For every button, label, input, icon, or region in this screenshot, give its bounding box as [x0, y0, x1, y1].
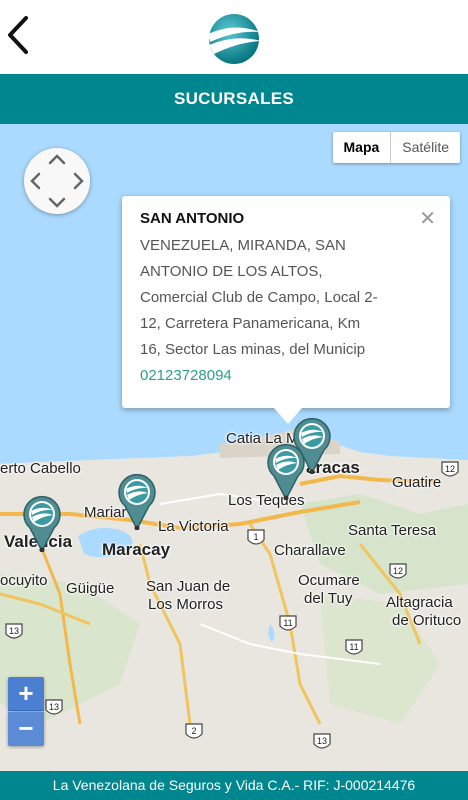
company-logo	[208, 14, 261, 64]
branch-info-window: ✕ SAN ANTONIO VENEZUELA, MIRANDA, SAN AN…	[122, 196, 450, 424]
map-label-la-victoria: La Victoria	[158, 518, 229, 535]
address-line: ANTONIO DE LOS ALTOS,	[140, 263, 323, 280]
map-label-ocumare: Ocumare	[298, 572, 360, 589]
address-line: VENEZUELA, MIRANDA, SAN	[140, 237, 346, 254]
map-label-tocuyito: ocuyito	[0, 572, 48, 589]
address-line: 16, Sector Las minas, del Municip	[140, 341, 366, 358]
page-title: SUCURSALES	[0, 74, 468, 124]
road-shield: 2	[184, 722, 204, 747]
close-icon[interactable]: ✕	[419, 206, 436, 231]
address-line: Comercial Club de Campo, Local 2-	[140, 289, 378, 306]
address-line: 12, Carretera Panamericana, Km	[140, 315, 361, 332]
road-shield: 11	[344, 638, 364, 663]
road-shield: 1	[246, 528, 266, 553]
road-shield: 12	[440, 460, 460, 485]
app-header	[0, 0, 468, 74]
map-label-maracay: Maracay	[102, 540, 171, 559]
map-label-puerto-cabello: erto Cabello	[0, 460, 81, 477]
map-type-control: Mapa Satélite	[332, 132, 460, 163]
map-label-del-tuy: del Tuy	[304, 590, 353, 607]
footer-company-info: La Venezolana de Seguros y Vida C.A.- RI…	[0, 771, 468, 800]
branch-address: VENEZUELA, MIRANDA, SAN ANTONIO DE LOS A…	[140, 233, 410, 363]
svg-text:11: 11	[283, 618, 292, 628]
map-label-charallave: Charallave	[274, 542, 346, 559]
svg-text:13: 13	[9, 626, 19, 636]
map-type-satellite-button[interactable]: Satélite	[391, 132, 460, 163]
road-shield: 13	[44, 698, 64, 723]
svg-text:1: 1	[253, 532, 258, 542]
map-label-santa-teresa: Santa Teresa	[348, 522, 437, 539]
branch-phone-link[interactable]: 02123728094	[140, 363, 432, 389]
pan-control[interactable]	[24, 148, 90, 214]
zoom-out-button[interactable]: −	[8, 712, 44, 746]
map-label-los-morros: Los Morros	[148, 596, 224, 613]
svg-text:13: 13	[49, 702, 59, 712]
info-window-pointer	[274, 408, 302, 424]
map-label-de-orituco: de Orituco	[392, 612, 462, 629]
road-shield: 11	[278, 614, 298, 639]
map-label-altagracia: Altagracia	[386, 594, 453, 611]
back-button[interactable]	[4, 12, 34, 58]
zoom-in-button[interactable]: +	[8, 677, 44, 711]
svg-text:12: 12	[445, 464, 455, 474]
branch-map[interactable]: Mapa Satélite erto Cabello Catia La M ar…	[0, 124, 468, 771]
map-label-guatire: Guatire	[392, 474, 442, 491]
road-shield: 13	[4, 622, 24, 647]
svg-text:2: 2	[191, 726, 196, 736]
branch-marker-valencia[interactable]	[22, 494, 62, 553]
svg-text:11: 11	[349, 642, 358, 652]
road-shield: 12	[388, 562, 408, 587]
branch-marker-maracay[interactable]	[117, 472, 157, 531]
svg-text:13: 13	[317, 736, 327, 746]
branch-marker-caracas[interactable]	[292, 416, 332, 475]
branch-name: SAN ANTONIO	[140, 210, 245, 227]
svg-text:12: 12	[393, 566, 403, 576]
map-type-map-button[interactable]: Mapa	[333, 132, 392, 163]
road-shield: 13	[312, 732, 332, 757]
map-label-san-juan: San Juan de	[146, 578, 231, 595]
map-label-guigue: Güigüe	[66, 580, 115, 597]
